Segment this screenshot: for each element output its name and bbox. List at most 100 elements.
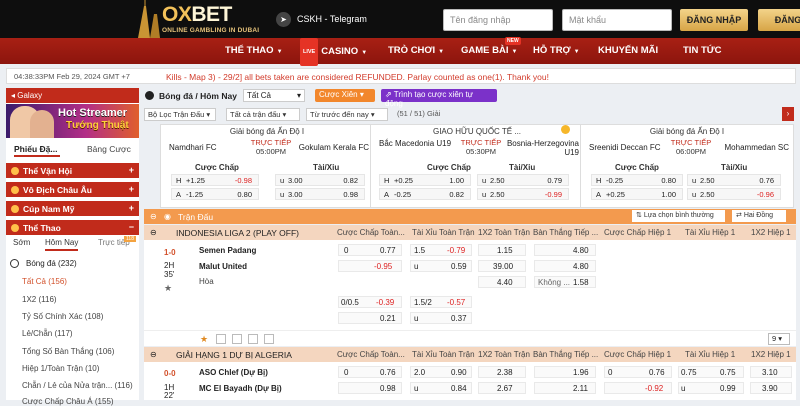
column-header: Bàn Thắng Tiếp ... — [533, 350, 599, 359]
card-ou-header: Tài/Xỉu — [313, 163, 340, 172]
column-header: Cược Chấp Hiệp 1 — [604, 350, 672, 359]
sidebar-section-sports[interactable]: Thể Thao − — [6, 220, 139, 235]
sport-soccer[interactable]: Bóng đá (232) — [26, 259, 77, 268]
tab-bet-list[interactable]: Bảng Cược — [87, 141, 131, 157]
bet-type-item[interactable]: Lẻ/Chẵn (117) — [22, 329, 73, 338]
pitch-icon[interactable] — [264, 334, 274, 344]
odds-cell[interactable]: u 2.50 0.76 — [687, 174, 781, 186]
minus-icon[interactable]: ⊖ — [150, 228, 157, 237]
stats-icon[interactable] — [216, 334, 226, 344]
odds-cell[interactable]: u 2.50 -0.96 — [687, 188, 781, 200]
oxbet-logo[interactable]: OXBET — [162, 3, 232, 27]
trophy-icon — [11, 205, 19, 213]
password-input[interactable]: Mật khẩu — [562, 9, 672, 31]
nav-casino[interactable]: LIVE CASINO ▼ — [300, 38, 367, 66]
bet-type-item[interactable]: Hiệp 1/Toàn Trận (10) — [22, 364, 99, 373]
time-range-select[interactable]: Từ trước đến nay ▾ — [306, 108, 388, 121]
telegram-icon[interactable]: ➤ — [276, 12, 291, 27]
odds-value: -0.57 — [447, 298, 466, 307]
ou-line: 2.0 — [414, 368, 426, 377]
chart-icon[interactable] — [248, 334, 258, 344]
odds-cell[interactable]: u 3.00 0.98 — [275, 188, 365, 200]
under-label: u — [414, 262, 419, 271]
away-team: Malut United — [199, 262, 247, 271]
nav-tro-choi[interactable]: TRÒ CHƠI ▼ — [388, 38, 444, 64]
match-filter-select[interactable]: Bộ Lọc Trận Đấu ▾ — [144, 108, 216, 121]
featured-match-card[interactable]: GIAO HỮU QUỐC TẾ ... Bắc Macedonia U19 T… — [370, 124, 584, 208]
under-label: u — [414, 384, 419, 393]
next-page-button[interactable]: › — [782, 107, 794, 121]
tv-icon[interactable] — [232, 334, 242, 344]
nav-khuyen-mai[interactable]: KHUYẾN MÃI — [598, 38, 658, 64]
star-icon[interactable]: ★ — [200, 334, 208, 345]
odds-cell[interactable]: u 2.50 -0.99 — [477, 188, 569, 200]
odds-cell[interactable]: u 2.50 0.79 — [477, 174, 569, 186]
odds-cell[interactable]: u 3.00 0.82 — [275, 174, 365, 186]
chevron-down-icon: ▼ — [511, 49, 518, 55]
star-icon[interactable]: ★ — [164, 283, 172, 294]
odds-value: 0.98 — [380, 384, 396, 393]
server-time: 04:38:33PM Feb 29, 2024 GMT +7 — [14, 72, 130, 81]
all-matches-select[interactable]: Tất cả trận đấu ▾ — [226, 108, 300, 121]
odds-cell[interactable] — [338, 260, 402, 272]
logo-tagline: ONLINE GAMBLING IN DUBAI — [162, 27, 260, 34]
odds-format-select[interactable]: ⇄ Hai Đồng — [732, 210, 786, 222]
username-input[interactable]: Tên đăng nhập — [443, 9, 553, 31]
sidebar-section-olympics[interactable]: Thể Vận Hội + — [6, 163, 139, 178]
parlay-button[interactable]: Cược Xiên ▾ — [315, 89, 375, 102]
odds-cell[interactable]: H +1.25 -0.98 — [171, 174, 259, 186]
plus-icon: + — [128, 165, 134, 175]
odds-cell[interactable]: A +0.25 1.00 — [591, 188, 683, 200]
odds-cell[interactable]: H -0.25 0.80 — [591, 174, 683, 186]
market-select[interactable]: Tất Cả ▾ — [243, 89, 305, 102]
more-markets-select[interactable]: 9 ▾ — [768, 333, 790, 345]
odds-value: 0.59 — [451, 262, 467, 271]
card-ou-header: Tài/Xỉu — [509, 163, 536, 172]
column-header: Tài Xỉu Hiệp 1 — [685, 350, 736, 359]
odds-value: 0.76 — [649, 368, 665, 377]
nav-ho-tro[interactable]: HỖ TRỢ ▼ — [533, 38, 580, 64]
login-button[interactable]: ĐĂNG NHẬP — [680, 9, 748, 31]
odds-cell[interactable]: A -1.25 0.80 — [171, 188, 259, 200]
card-home-team: Bắc Macedonia U19 — [379, 139, 452, 148]
column-header: 1X2 Hiệp 1 — [751, 228, 791, 237]
sidebar-section-euro[interactable]: Vô Địch Châu Âu + — [6, 182, 139, 197]
soccer-ball-icon — [10, 259, 19, 268]
minus-icon[interactable]: ⊖ — [150, 350, 157, 359]
odds-value: 0.37 — [451, 314, 467, 323]
tab-bet-slip[interactable]: Phiếu Đặ... — [14, 141, 60, 157]
sort-select[interactable]: ⇅ Lựa chọn bình thường — [632, 210, 725, 222]
bet-type-item[interactable]: Tất Cả (156) — [22, 277, 67, 286]
auto-parlay-builder-button[interactable]: ⇗ Trình tạo cược xiên tự động — [381, 89, 497, 108]
register-button[interactable]: ĐĂNG — [758, 9, 800, 31]
soccer-ball-icon: ◉ — [164, 212, 171, 221]
under-label: u — [414, 314, 419, 323]
odds-value: 2.38 — [497, 368, 513, 377]
subtab-early[interactable]: Sớm — [13, 238, 30, 251]
card-live-status: TRỰC TIẾP 05:30PM — [460, 138, 502, 156]
telegram-support-link[interactable]: CSKH - Telegram — [297, 14, 367, 24]
column-header: Tài Xỉu Toàn Trận — [412, 228, 475, 237]
odds-cell[interactable]: A -0.25 0.82 — [379, 188, 471, 200]
sort-icon: ⇅ — [636, 212, 644, 219]
nav-tin-tuc[interactable]: TIN TỨC — [683, 38, 722, 64]
odds-cell[interactable]: H +0.25 1.00 — [379, 174, 471, 186]
featured-match-card[interactable]: Giải bóng đá Ấn Độ I Sreenidi Deccan FC … — [580, 124, 794, 208]
galaxy-bar[interactable]: ◂ Galaxy — [6, 88, 139, 103]
card-home-team: Sreenidi Deccan FC — [589, 143, 661, 152]
subtab-today[interactable]: Hôm Nay — [45, 238, 79, 251]
sidebar-section-copa[interactable]: Cúp Nam Mỹ + — [6, 201, 139, 216]
bet-type-item[interactable]: Tổng Số Bàn Thắng (106) — [22, 347, 114, 356]
bet-type-item[interactable]: Chẵn / Lẻ của Nửa trận... (116) — [22, 381, 133, 390]
banner-headline: Hot Streamer — [58, 107, 128, 119]
chevron-down-icon: ▾ — [282, 110, 287, 119]
bet-type-item[interactable]: Tỷ Số Chính Xác (108) — [22, 312, 103, 321]
minus-icon[interactable]: ⊖ — [150, 212, 157, 221]
favorite-icon[interactable] — [561, 125, 570, 134]
featured-match-card[interactable]: Giải bóng đá Ấn Độ I Namdhari FC TRỰC TI… — [160, 124, 374, 208]
nav-the-thao[interactable]: THỂ THAO ▼ — [225, 38, 283, 64]
bet-type-item[interactable]: 1X2 (116) — [22, 295, 57, 304]
bet-type-item[interactable]: Cược Chấp Châu Á (155) — [22, 397, 114, 406]
column-header: Cược Chấp Toàn... — [337, 350, 405, 359]
odds-value: 3.10 — [762, 368, 778, 377]
